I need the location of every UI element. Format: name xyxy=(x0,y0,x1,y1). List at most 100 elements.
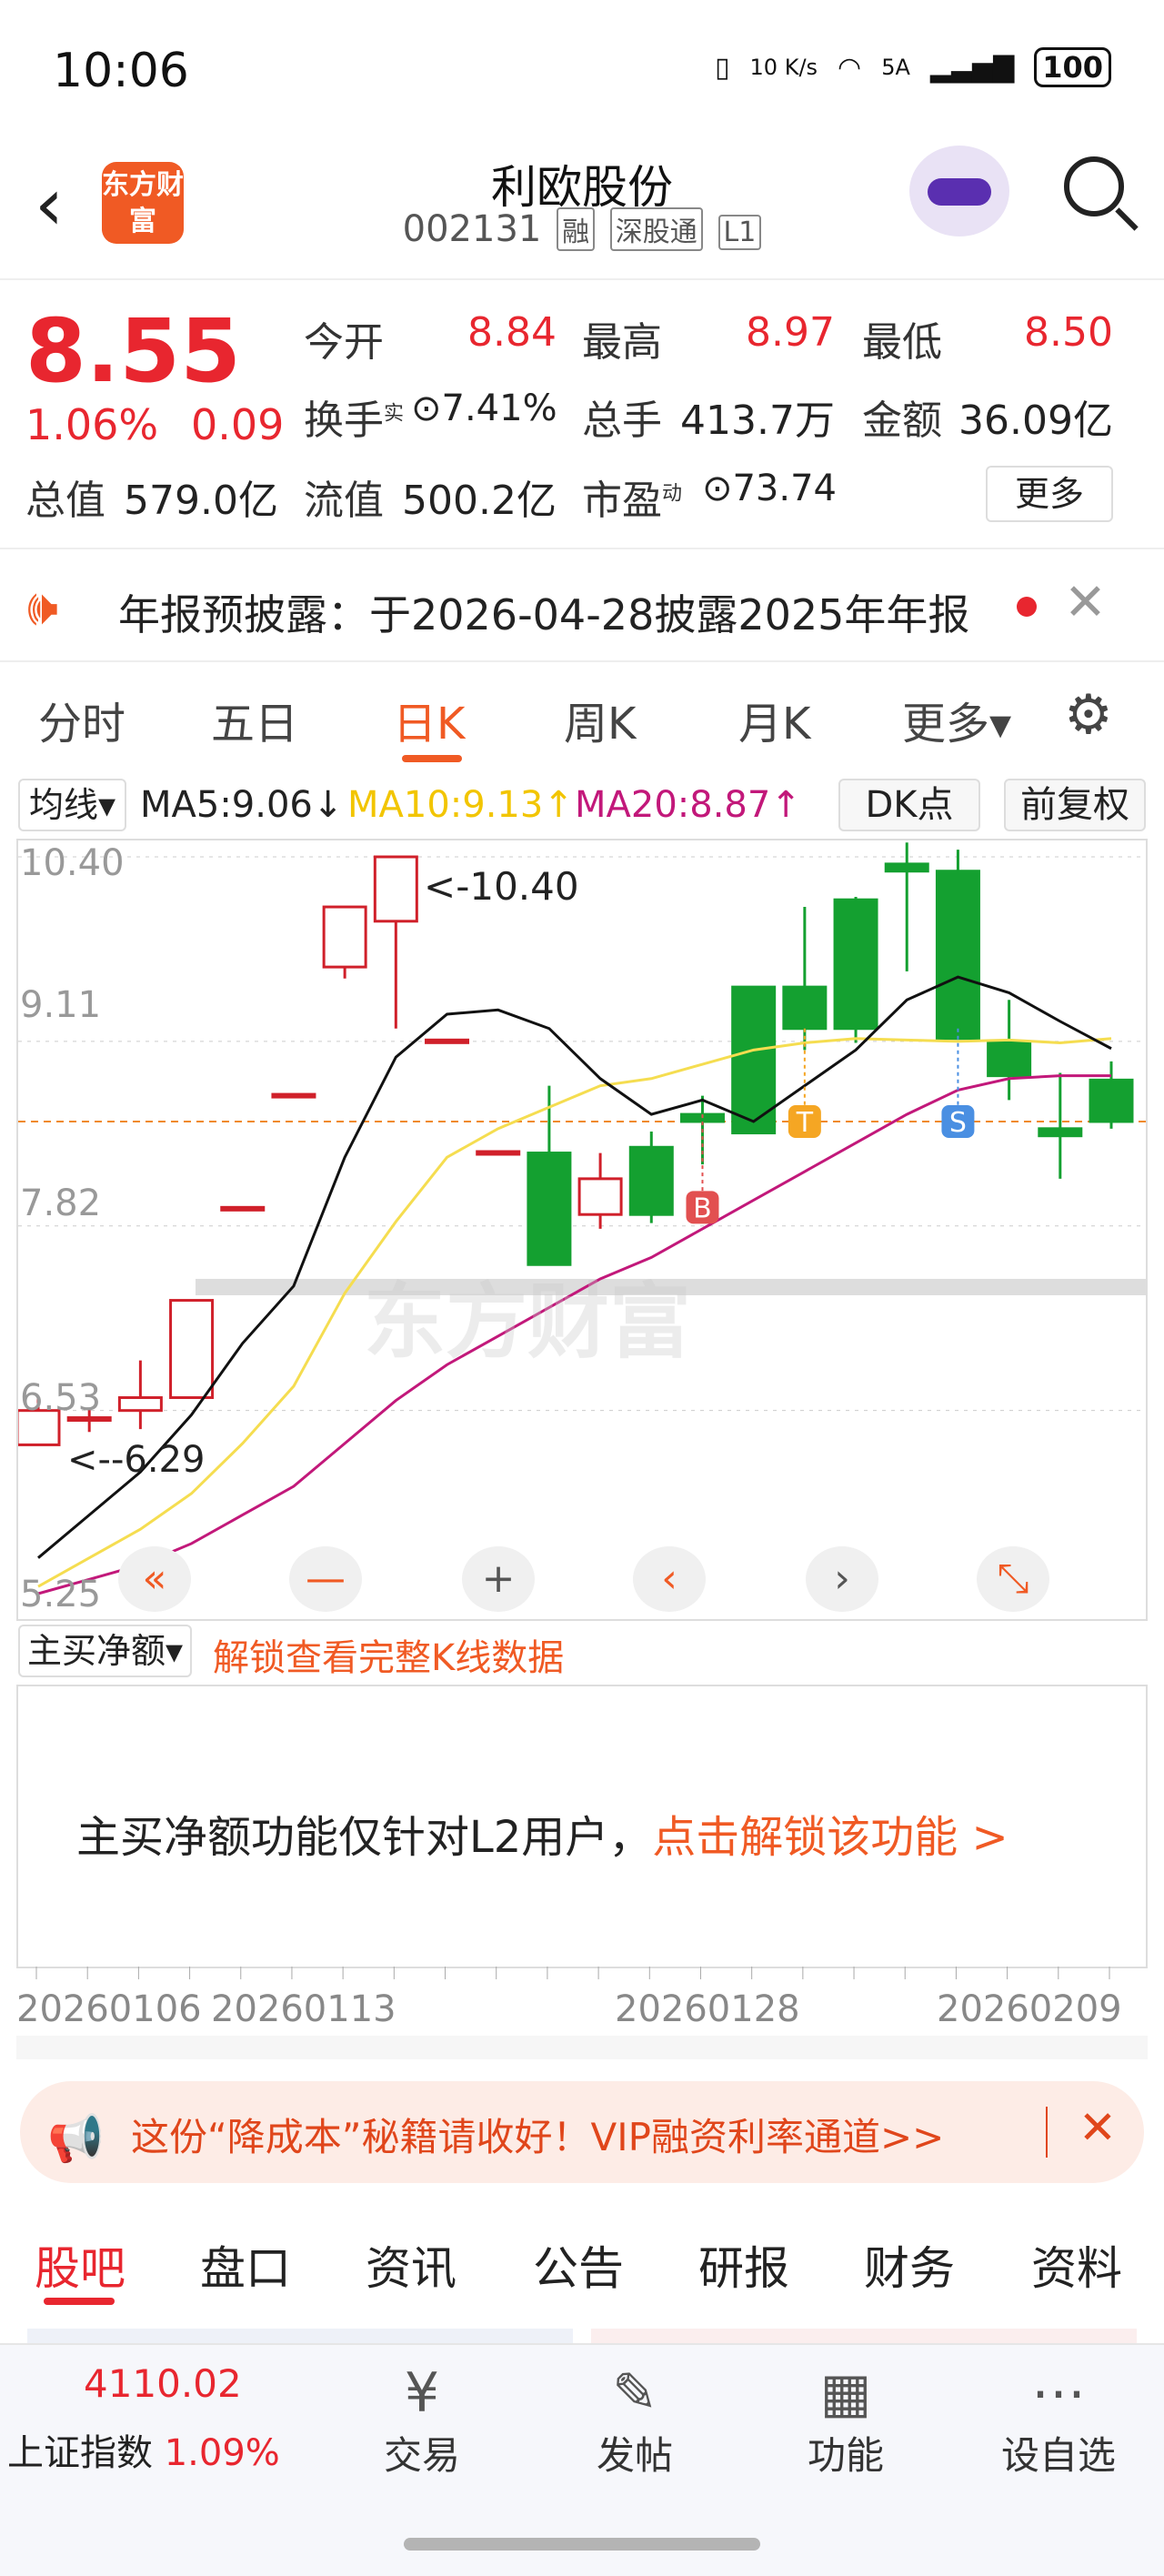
gear-icon[interactable]: ⚙ xyxy=(1064,688,1113,742)
unlock-feature-link[interactable]: 点击解锁该功能 > xyxy=(652,1812,1008,1863)
close-icon[interactable]: ✕ xyxy=(1064,573,1107,632)
low-label: 最低 xyxy=(862,319,942,366)
assistant-robot-icon[interactable] xyxy=(909,146,1009,236)
edit-icon: ✎ xyxy=(611,2361,658,2425)
candle-body xyxy=(1089,1078,1134,1123)
tag-level: L1 xyxy=(717,215,762,250)
grid-icon: ▦ xyxy=(819,2361,872,2425)
notice-dot xyxy=(1017,597,1037,617)
date-label-1: 20260106 xyxy=(16,1988,202,2030)
ma10-label: MA10:9.13↑ xyxy=(347,784,574,826)
fullscreen-button[interactable]: ⤡ xyxy=(977,1546,1049,1612)
prev-button[interactable]: ‹ xyxy=(633,1546,706,1612)
tab-finance[interactable]: 财务 xyxy=(864,2232,955,2298)
signal-label: 5A xyxy=(881,55,910,80)
candle-body xyxy=(425,1038,470,1044)
candle-body xyxy=(220,1205,266,1212)
unlock-link[interactable]: 解锁查看完整K线数据 xyxy=(213,1628,564,1681)
candle-body xyxy=(577,1177,623,1216)
watermark: 东方财富 xyxy=(364,1274,691,1370)
y-tick-2: 9.11 xyxy=(20,984,102,1026)
kline-svg: B T S xyxy=(18,842,1146,1595)
mktcap-label: 总值 xyxy=(25,478,105,524)
tab-intraday[interactable]: 分时 xyxy=(38,688,125,751)
marker-label: B xyxy=(693,1192,712,1224)
turnover-label: 换手实 xyxy=(304,397,405,444)
tab-more[interactable]: 更多▾ xyxy=(902,688,1011,751)
candle-body xyxy=(884,862,929,873)
float-value: 500.2亿 xyxy=(402,478,557,524)
low-value: 8.50 xyxy=(1024,309,1113,356)
volume-label: 总手 xyxy=(582,397,662,444)
promo-separator xyxy=(1046,2107,1048,2158)
tab-underline xyxy=(402,755,462,762)
adjust-button[interactable]: 前复权 xyxy=(1004,779,1146,831)
promo-close-icon[interactable]: ✕ xyxy=(1079,2101,1117,2154)
pe-label: 市盈动 xyxy=(582,478,683,524)
next-button[interactable]: › xyxy=(806,1546,878,1612)
zoom-out-button[interactable]: — xyxy=(289,1546,362,1612)
ma20-label: MA20:8.87↑ xyxy=(575,784,801,826)
vibrate-icon: ▯ xyxy=(715,51,730,84)
amount-value: 36.09亿 xyxy=(958,397,1113,444)
more-button[interactable]: 更多 xyxy=(986,466,1113,522)
date-label-2: 20260113 xyxy=(211,1988,396,2030)
date-ticks xyxy=(35,1967,1110,1979)
trade-icon: ¥ xyxy=(404,2361,440,2425)
tab-profile[interactable]: 资料 xyxy=(1031,2232,1122,2298)
home-indicator[interactable] xyxy=(404,2538,760,2551)
indicator-selector[interactable]: 均线▾ xyxy=(18,779,127,831)
candle-body xyxy=(628,1145,674,1216)
status-time: 10:06 xyxy=(53,44,189,98)
content-peek-left xyxy=(27,2329,573,2343)
section-gap xyxy=(16,2036,1148,2059)
y-tick-3: 7.82 xyxy=(20,1182,102,1224)
index-value[interactable]: 4110.02 xyxy=(84,2361,242,2406)
tab-announcements[interactable]: 公告 xyxy=(533,2232,624,2298)
dk-button[interactable]: DK点 xyxy=(838,779,980,831)
tab-news[interactable]: 资讯 xyxy=(366,2232,457,2298)
tab-daily-k[interactable]: 日K xyxy=(393,688,465,751)
kline-chart[interactable]: B T S xyxy=(16,839,1148,1621)
high-annotation: <-10.40 xyxy=(424,864,579,909)
nav-trade[interactable]: ¥ 交易 xyxy=(358,2361,486,2480)
speaker-icon: 🕪 xyxy=(27,579,59,636)
candle-body xyxy=(527,1152,572,1266)
ma5-label: MA5:9.06↓ xyxy=(140,784,344,826)
battery-icon: 100 xyxy=(1034,47,1111,87)
rewind-button[interactable]: « xyxy=(118,1546,191,1612)
tab-pankou[interactable]: 盘口 xyxy=(200,2232,291,2298)
candle-body xyxy=(833,898,878,1031)
tab-weekly-k[interactable]: 周K xyxy=(564,688,636,751)
candle-body xyxy=(373,855,418,923)
low-annotation: <--6.29 xyxy=(67,1439,206,1481)
index-name[interactable]: 上证指数 1.09% xyxy=(7,2423,280,2476)
more-dots-icon: ⋯ xyxy=(1031,2361,1086,2425)
promo-text[interactable]: 这份“降成本”秘籍请收好！VIP融资利率通道>> xyxy=(131,2107,944,2162)
stock-code: 002131 xyxy=(402,208,542,250)
tab-research[interactable]: 研报 xyxy=(698,2232,789,2298)
nav-watchlist[interactable]: ⋯ 设自选 xyxy=(995,2361,1122,2480)
float-label: 流值 xyxy=(304,478,384,524)
pe-value: ⊙73.74 xyxy=(701,468,837,509)
tab-guba[interactable]: 股吧 xyxy=(35,2232,125,2298)
search-icon[interactable] xyxy=(1064,156,1124,216)
high-value: 8.97 xyxy=(746,309,835,356)
turnover-value: ⊙7.41% xyxy=(411,387,557,429)
candle-body xyxy=(476,1150,521,1156)
main-buy-message: 主买净额功能仅针对L2用户，点击解锁该功能 > xyxy=(76,1801,1008,1865)
change-pct: 1.06% xyxy=(25,400,159,449)
nav-post[interactable]: ✎ 发帖 xyxy=(571,2361,698,2480)
candle-body xyxy=(322,905,367,969)
candle-body xyxy=(169,1299,215,1400)
open-value: 8.84 xyxy=(467,309,557,356)
notice-text[interactable]: 年报预披露：于2026-04-28披露2025年年报 xyxy=(118,582,969,642)
zoom-in-button[interactable]: + xyxy=(462,1546,535,1612)
main-buy-note: 主买净额功能仅针对L2用户， xyxy=(76,1812,653,1863)
tab-monthly-k[interactable]: 月K xyxy=(738,688,810,751)
candle-body xyxy=(117,1396,163,1413)
nav-functions[interactable]: ▦ 功能 xyxy=(782,2361,909,2480)
main-buy-selector[interactable]: 主买净额▾ xyxy=(18,1625,193,1677)
header-divider xyxy=(0,278,1164,280)
tab-five-day[interactable]: 五日 xyxy=(211,688,298,751)
